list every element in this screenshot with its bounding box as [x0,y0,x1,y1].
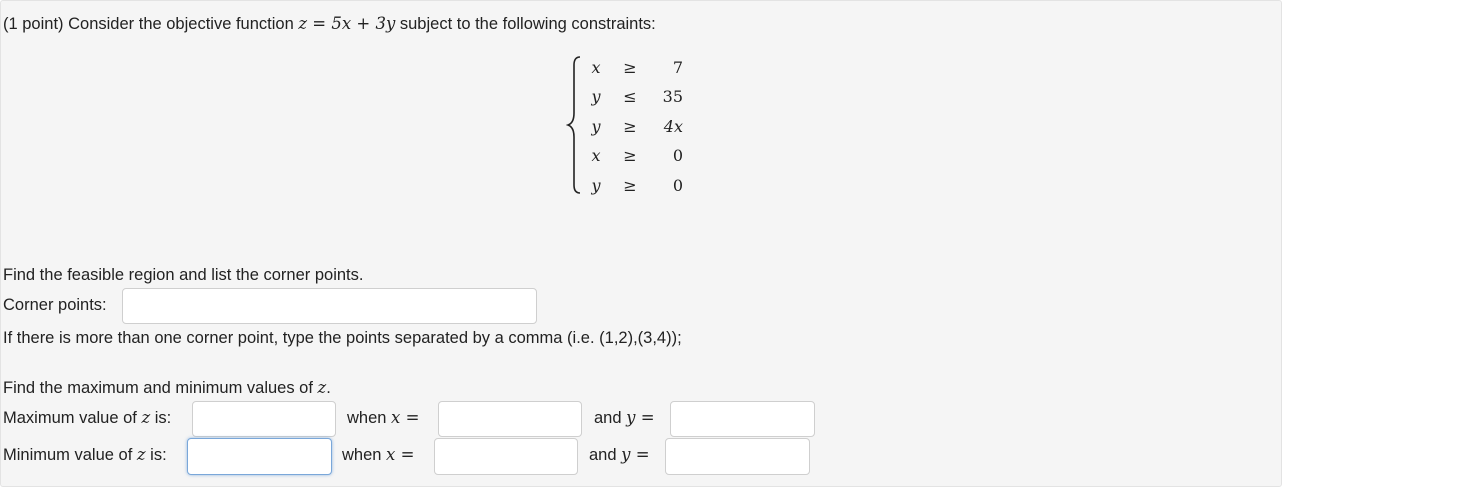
part2-instruction-suffix: . [326,379,331,397]
part1-instruction: Find the feasible region and list the co… [3,266,364,284]
constraint-5-lhs: y [591,176,601,195]
max-when-x-label: when x = [347,408,419,428]
max-value-input[interactable] [192,401,336,437]
max-x-input[interactable] [438,401,582,437]
constraint-1-rhs: 7 [672,58,683,77]
corner-points-hint: If there is more than one corner point, … [3,329,682,347]
part2-instruction: Find the maximum and minimum values of z… [3,378,331,398]
min-y-eq: y = [621,445,650,464]
constraint-1-op: ≥ [623,58,637,77]
left-brace [566,56,581,194]
min-and-y-label: and y = [589,445,650,465]
constraint-5-op: ≥ [623,176,637,195]
max-y-input[interactable] [670,401,815,437]
max-value-label: Maximum value of z is: [3,408,171,428]
min-value-input[interactable] [187,438,332,475]
constraint-4-lhs: x [591,146,601,165]
objective-function: z = 5x + 3y [298,14,396,33]
constraint-3-lhs: y [591,117,601,136]
constraint-2-rhs: 35 [662,87,683,106]
problem-intro: (1 point) Consider the objective functio… [3,14,656,34]
max-label-suffix: is: [150,409,172,427]
constraint-5-rhs: 0 [672,176,683,195]
max-when-text: when [347,409,392,427]
max-x-eq: x = [391,408,420,427]
min-when-x-label: when x = [342,445,414,465]
min-x-input[interactable] [434,438,578,475]
max-y-eq: y = [626,408,655,427]
max-and-y-label: and y = [594,408,655,428]
min-label-suffix: is: [145,446,167,464]
max-label-var: z [141,408,151,427]
constraint-2-op: ≤ [623,87,637,106]
constraint-2-lhs: y [591,87,601,106]
constraint-4-op: ≥ [623,146,637,165]
min-y-input[interactable] [665,438,810,475]
constraint-3-op: ≥ [623,117,637,136]
corner-points-label: Corner points: [3,296,107,314]
min-and-text: and [589,446,622,464]
constraint-4-rhs: 0 [672,146,683,165]
max-label-prefix: Maximum value of [3,409,142,427]
intro-suffix: subject to the following constraints: [395,15,656,33]
intro-prefix: (1 point) Consider the objective functio… [3,15,299,33]
part2-instruction-var: z [317,378,327,397]
max-and-text: and [594,409,627,427]
part2-instruction-prefix: Find the maximum and minimum values of [3,379,318,397]
constraint-1-lhs: x [591,58,601,77]
min-label-prefix: Minimum value of [3,446,137,464]
min-value-label: Minimum value of z is: [3,445,167,465]
constraint-3-rhs: 4x [663,117,683,136]
corner-points-input[interactable] [122,288,537,324]
min-when-text: when [342,446,387,464]
min-label-var: z [136,445,146,464]
min-x-eq: x = [386,445,415,464]
